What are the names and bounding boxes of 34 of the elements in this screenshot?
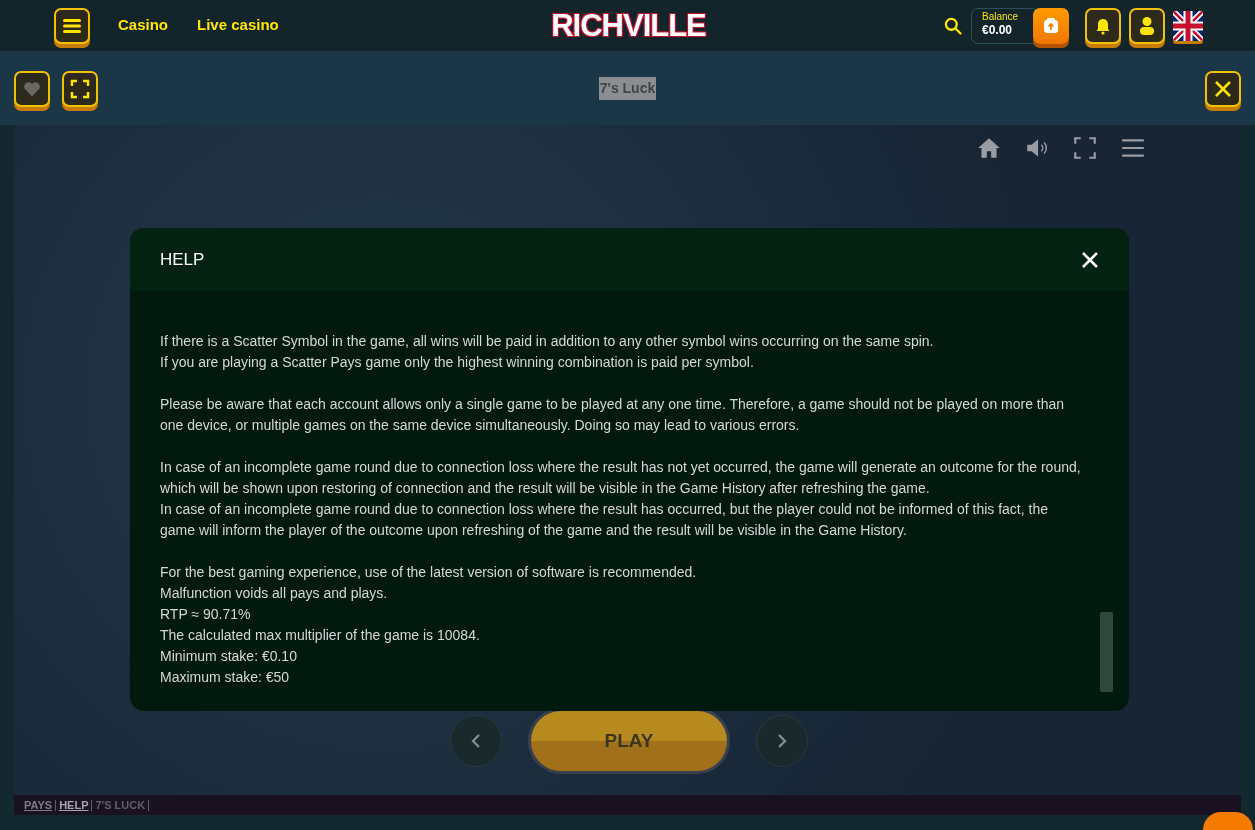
search-icon[interactable] <box>943 15 963 36</box>
nav-link[interactable]: Casino <box>118 14 168 37</box>
balance-value: €0.00 <box>982 22 1014 37</box>
menu-icon[interactable] <box>63 17 81 34</box>
footer-link[interactable]: PAYS <box>24 796 53 814</box>
footer-link[interactable]: HELP <box>59 796 89 814</box>
help-text: The calculated max multiplier of the game is 10084. <box>160 626 481 645</box>
game-title: 7's Luck <box>598 77 657 100</box>
fullscreen-icon[interactable] <box>1072 135 1098 161</box>
chevron-right-icon[interactable] <box>776 733 788 749</box>
balance-label: Balance <box>982 10 1020 23</box>
help-text: If you are playing a Scatter Pays game only the highest winning combination is paid per symbol. <box>160 353 755 372</box>
logo[interactable]: RICHVILLE <box>551 10 706 41</box>
game-name: 7'S LUCK <box>95 797 146 813</box>
close-button[interactable] <box>1081 250 1099 269</box>
user-icon[interactable] <box>1138 15 1156 36</box>
help-text: Maximum stake: €50 <box>160 668 291 687</box>
fullscreen-icon[interactable] <box>70 78 90 99</box>
scrollbar-thumb[interactable] <box>1100 612 1113 692</box>
nav-link[interactable]: Live casino <box>197 14 279 37</box>
flag-icon[interactable] <box>1173 10 1203 41</box>
help-text: If there is a Scatter Symbol in the game, all wins will be paid in addition to any other symbol wins occurring on the same spin. <box>160 332 935 351</box>
help-text: For the best gaming experience, use of the latest version of software is recommended. <box>160 563 698 582</box>
chevron-left-icon[interactable] <box>470 733 482 749</box>
help-text: Malfunction voids all pays and plays. <box>160 584 389 603</box>
chat-button[interactable] <box>1203 812 1253 830</box>
help-text: In case of an incomplete game round due to connection loss where the result has not yet occurred, the game will generate an outcome for the round, which will be shown upon restoring of connection and the result will be visible in the Game History after refreshing the game. <box>160 458 1082 498</box>
help-text: In case of an incomplete game round due to connection loss where the result has occurred, but the player could not be informed of this fact, the game will inform the player of the outcome upon refreshing of the game and the result will be visible in the Game History. <box>160 500 1049 540</box>
close-icon[interactable] <box>1213 78 1233 99</box>
bell-icon[interactable] <box>1094 16 1112 35</box>
help-text: Minimum stake: €0.10 <box>160 647 298 666</box>
help-text: Please be aware that each account allows only a single game to be played at any one time. Therefore, a game should not be played on more than one device, or multiple games on the same device simultaneously. Doing so may lead to various errors. <box>160 395 1066 435</box>
dialog-title: HELP <box>160 248 205 271</box>
help-text: RTP ≈ 90.71% <box>160 605 252 624</box>
